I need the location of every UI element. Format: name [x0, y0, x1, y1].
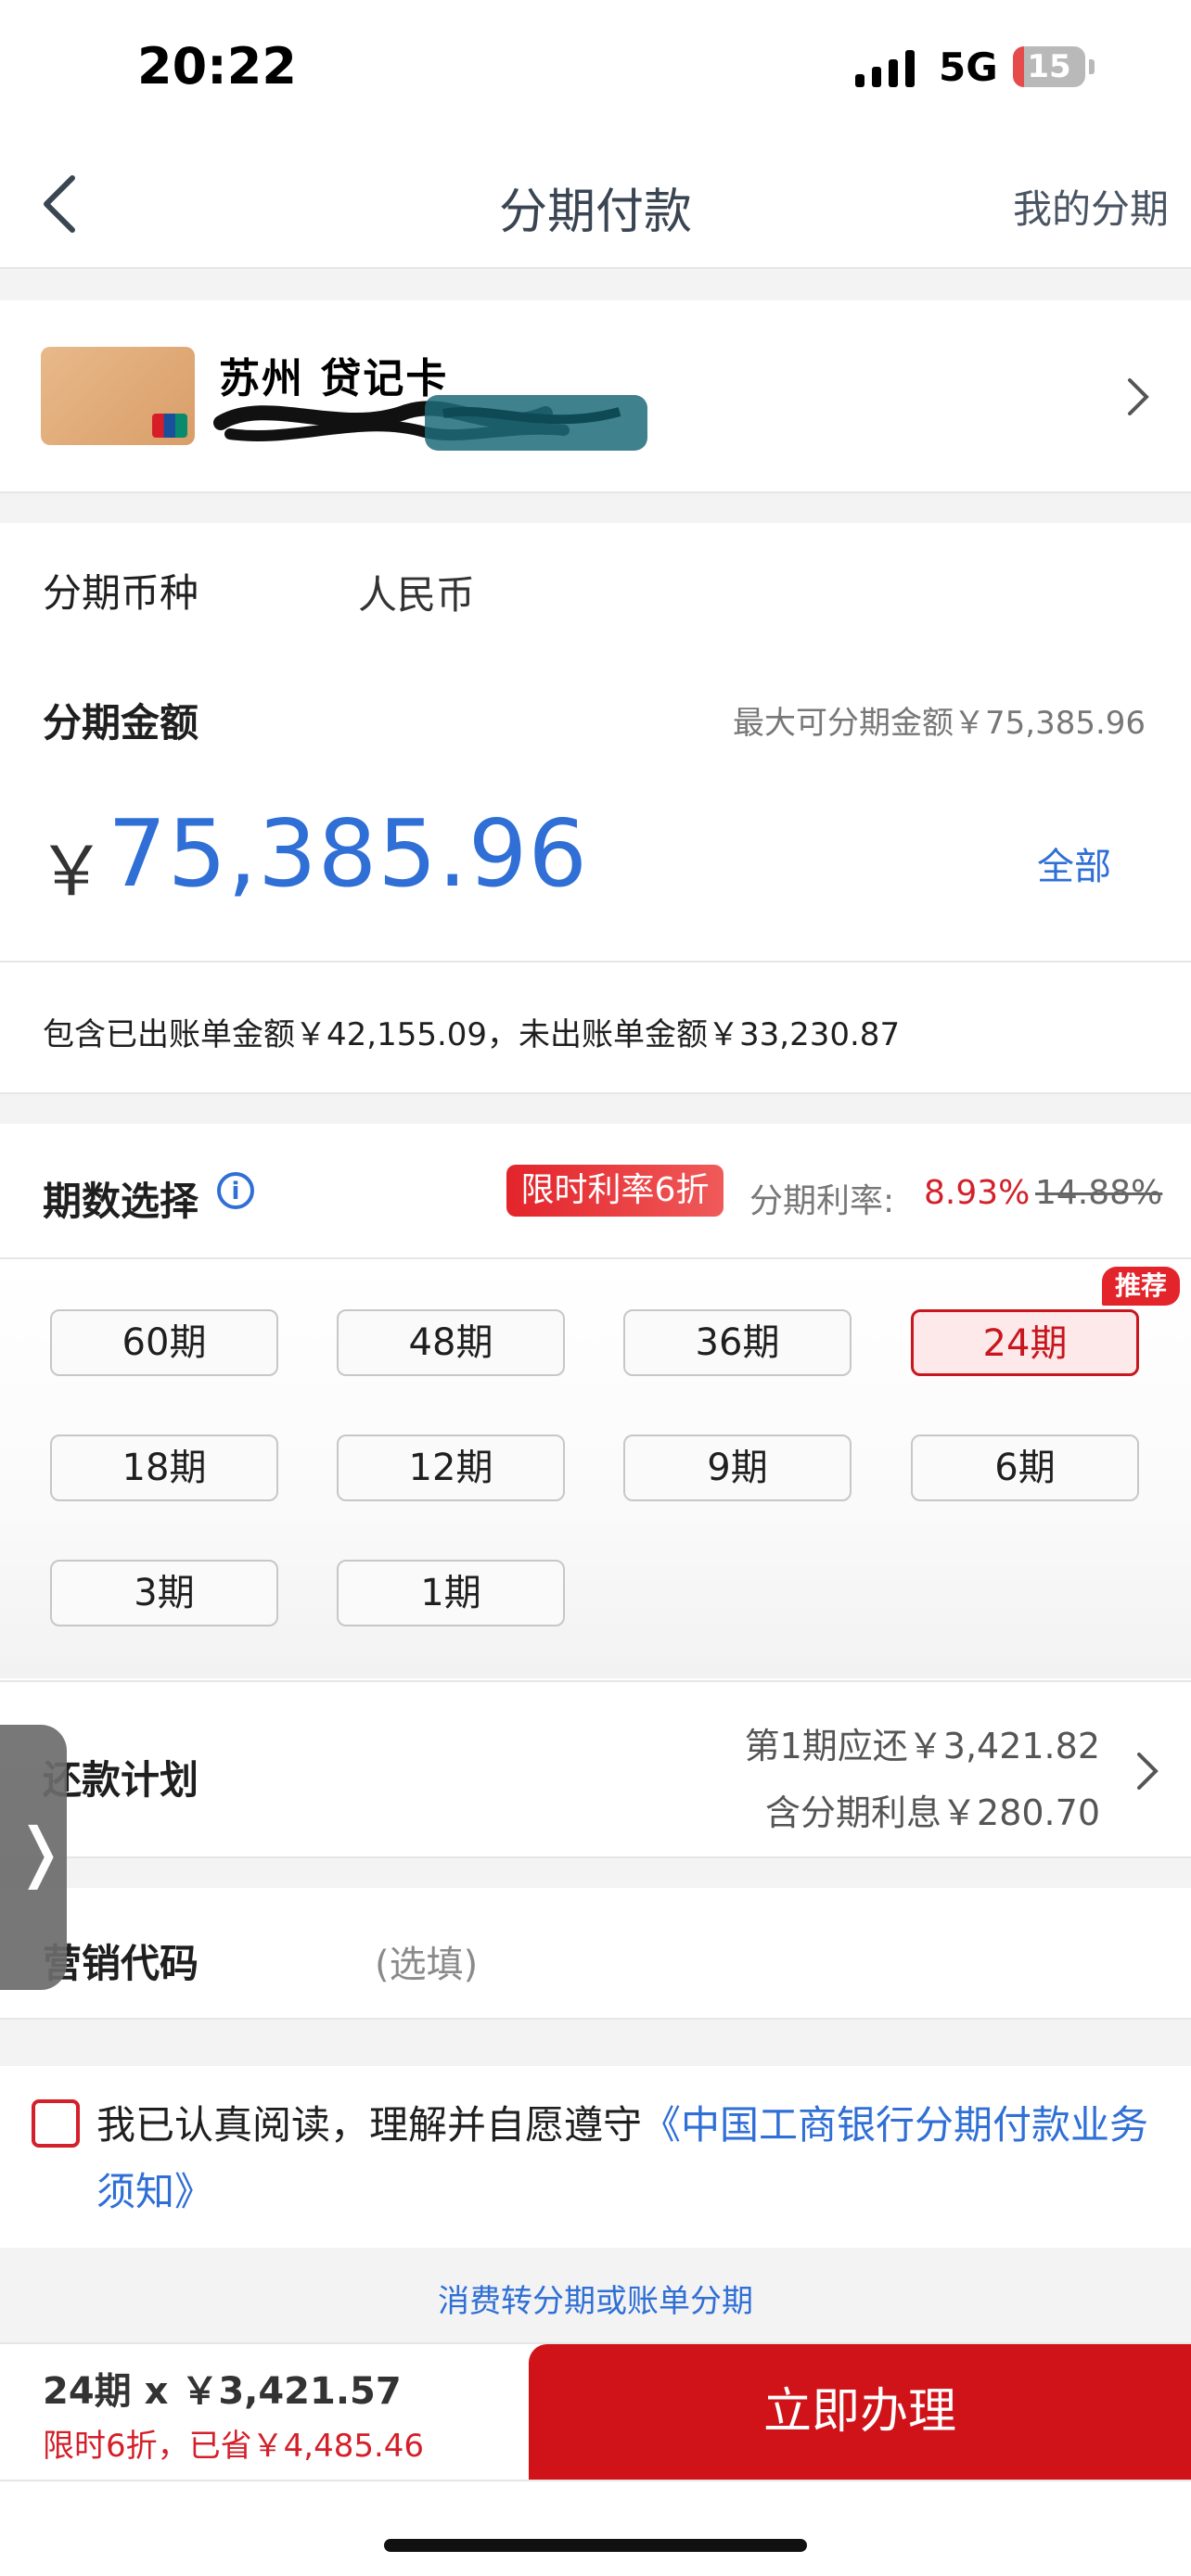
- agreement-checkbox[interactable]: [32, 2099, 80, 2148]
- section-gap: [0, 269, 1191, 300]
- period-option[interactable]: 6期: [911, 1435, 1139, 1501]
- period-option[interactable]: 3期: [50, 1560, 278, 1626]
- installment-rate: 8.93%: [924, 1174, 1031, 1212]
- period-option[interactable]: 9期: [623, 1435, 852, 1501]
- home-indicator: [384, 2539, 807, 2552]
- chevron-right-icon: [1137, 1753, 1159, 1790]
- agreement-text: 我已认真阅读，理解并自愿遵守《中国工商银行分期付款业务须知》: [96, 2092, 1172, 2225]
- redacted-card-number: [213, 395, 647, 451]
- section-gap: [0, 2020, 1191, 2066]
- chevron-right-icon: [1128, 378, 1149, 415]
- chevron-right-icon: ❭: [13, 1814, 68, 1890]
- all-amount-button[interactable]: 全部: [1037, 836, 1111, 890]
- battery-level: 15: [1027, 48, 1071, 85]
- currency-symbol: ￥: [37, 832, 106, 912]
- info-icon[interactable]: i: [217, 1172, 254, 1209]
- currency-value: 人民币: [358, 572, 476, 618]
- switch-installment-link[interactable]: 消费转分期或账单分期: [0, 2276, 1191, 2321]
- submit-button[interactable]: 立即办理: [529, 2344, 1191, 2480]
- amount-breakdown: 包含已出账单金额￥42,155.09，未出账单金额￥33,230.87: [43, 1016, 901, 1053]
- max-amount-hint: 最大可分期金额￥75,385.96: [733, 705, 1146, 742]
- unionpay-logo: [152, 414, 187, 438]
- period-option[interactable]: 18期: [50, 1435, 278, 1501]
- status-time: 20:22: [137, 37, 297, 96]
- period-label: 期数选择: [43, 1179, 199, 1224]
- battery-tip: [1089, 59, 1095, 74]
- network-type: 5G: [939, 45, 998, 90]
- saving-text: 限时6折，已省￥4,485.46: [43, 2428, 425, 2465]
- first-payment: 第1期应还￥3,421.82: [744, 1726, 1100, 1766]
- section-gap: [0, 493, 1191, 523]
- my-installments-link[interactable]: 我的分期: [1013, 178, 1169, 235]
- promo-code-input[interactable]: (选填): [375, 1934, 478, 1988]
- agreement-statement: 我已认真阅读，理解并自愿遵守: [96, 2102, 643, 2148]
- original-rate: 14.88%: [1035, 1174, 1163, 1212]
- currency-label: 分期币种: [43, 570, 199, 616]
- battery-icon: 15: [1013, 46, 1085, 87]
- divider: [0, 2480, 1191, 2481]
- installment-total: 24期 x ￥3,421.57: [43, 2370, 402, 2413]
- promo-badge: 限时利率6折: [506, 1165, 724, 1217]
- divider: [0, 961, 1191, 963]
- period-option[interactable]: 1期: [337, 1560, 565, 1626]
- signal-icon: [855, 50, 915, 87]
- period-option[interactable]: 60期: [50, 1309, 278, 1376]
- period-option[interactable]: 24期: [911, 1309, 1139, 1376]
- amount-label: 分期金额: [43, 700, 199, 746]
- amount-input[interactable]: 75,385.96: [108, 799, 588, 908]
- card-image: [41, 347, 195, 445]
- side-drawer-handle[interactable]: ❭: [0, 1725, 68, 1990]
- recommend-tag: 推荐: [1102, 1267, 1180, 1306]
- period-option[interactable]: 48期: [337, 1309, 565, 1376]
- section-gap: [0, 1858, 1191, 1888]
- section-gap: [0, 1094, 1191, 1124]
- period-option[interactable]: 36期: [623, 1309, 852, 1376]
- rate-label: 分期利率:: [749, 1182, 895, 1220]
- period-option[interactable]: 12期: [337, 1435, 565, 1501]
- interest-amount: 含分期利息￥280.70: [765, 1792, 1100, 1833]
